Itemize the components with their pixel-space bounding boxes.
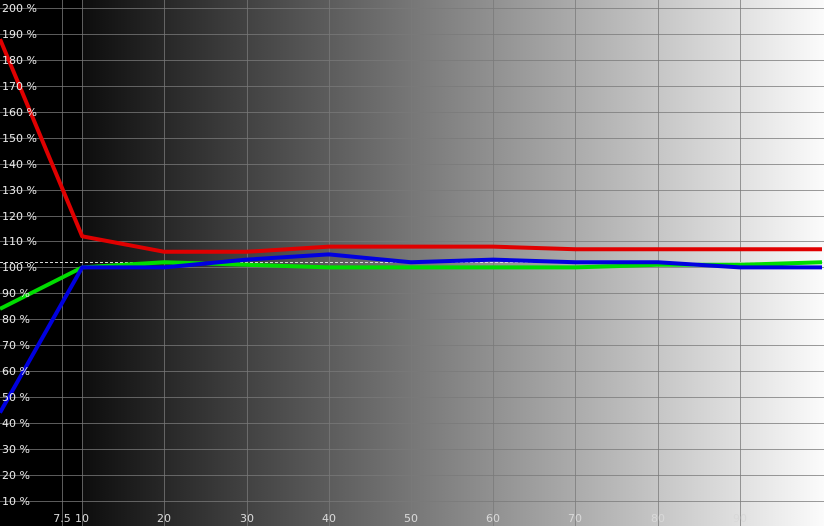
- y-tick-label: 40 %: [2, 417, 30, 430]
- y-tick-label: 200 %: [2, 2, 37, 15]
- x-tick-label: 50: [404, 512, 418, 525]
- y-tick-label: 30 %: [2, 443, 30, 456]
- y-tick-label: 180 %: [2, 54, 37, 67]
- y-tick-label: 90 %: [2, 287, 30, 300]
- x-tick-label: 20: [157, 512, 171, 525]
- y-tick-label: 170 %: [2, 80, 37, 93]
- y-tick-label: 190 %: [2, 28, 37, 41]
- y-tick-label: 20 %: [2, 469, 30, 482]
- y-tick-label: 100 %: [2, 261, 37, 274]
- y-tick-label: 140 %: [2, 158, 37, 171]
- y-tick-label: 160 %: [2, 106, 37, 119]
- y-tick-label: 70 %: [2, 339, 30, 352]
- y-tick-label: 130 %: [2, 184, 37, 197]
- y-tick-label: 50 %: [2, 391, 30, 404]
- x-tick-label: 10: [75, 512, 89, 525]
- x-tick-label: 40: [322, 512, 336, 525]
- y-tick-label: 80 %: [2, 313, 30, 326]
- rgb-balance-chart: 10 % 20 % 30 % 40 % 50 % 60 % 70 % 80 % 90 % 100 …: [0, 0, 824, 526]
- y-tick-label: 60 %: [2, 365, 30, 378]
- y-tick-label: 150 %: [2, 132, 37, 145]
- y-tick-label: 10 %: [2, 495, 30, 508]
- x-tick-label: 60: [486, 512, 500, 525]
- y-tick-label: 110 %: [2, 235, 37, 248]
- x-tick-label: 7.5: [53, 512, 71, 525]
- x-tick-label: 30: [240, 512, 254, 525]
- x-tick-label: 70: [568, 512, 582, 525]
- x-tick-label: 80: [651, 512, 665, 525]
- y-tick-label: 120 %: [2, 210, 37, 223]
- x-tick-label: 90: [733, 512, 747, 525]
